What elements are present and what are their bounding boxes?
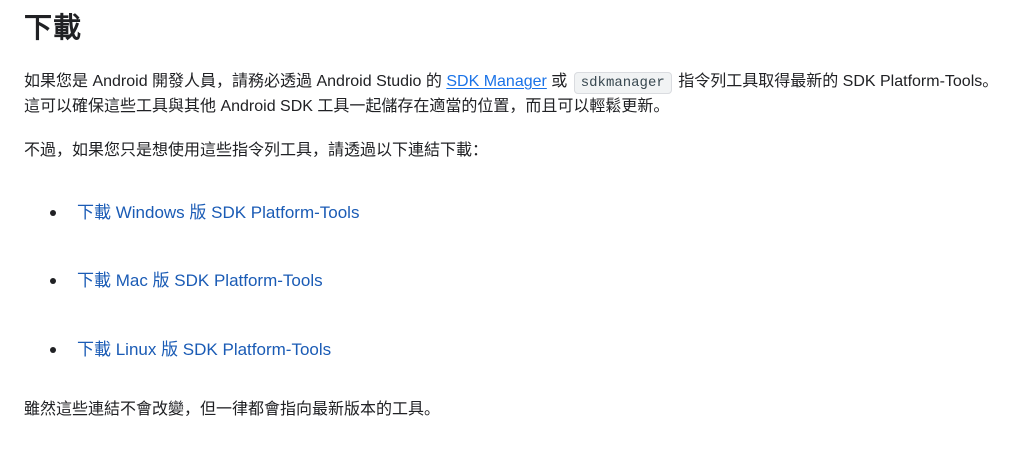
sdkmanager-code: sdkmanager	[573, 72, 672, 94]
footer-note: 雖然這些連結不會改變，但一律都會指向最新版本的工具。	[24, 401, 441, 418]
note-paragraph: 不過，如果您只是想使用這些指令列工具，請透過以下連結下載：	[24, 142, 489, 159]
intro-text-start: 如果您是 Android 開發人員，請務必透過 Android Studio 的	[24, 73, 447, 90]
intro-text-between: 或	[546, 73, 572, 90]
sdk-manager-link[interactable]: SDK Manager	[446, 73, 547, 90]
download-windows-link[interactable]: 下載 Windows 版 SDK Platform-Tools	[77, 201, 359, 225]
intro-paragraph: 如果您是 Android 開發人員，請務必透過 Android Studio 的…	[24, 70, 1000, 119]
bullet-icon	[50, 278, 56, 284]
download-section: 下載 如果您是 Android 開發人員，請務必透過 Android Studi…	[0, 0, 1024, 457]
download-linux-link[interactable]: 下載 Linux 版 SDK Platform-Tools	[77, 338, 331, 362]
bullet-icon	[50, 347, 56, 353]
bullet-icon	[50, 210, 56, 216]
download-mac-link[interactable]: 下載 Mac 版 SDK Platform-Tools	[77, 269, 323, 293]
section-heading: 下載	[24, 12, 83, 43]
